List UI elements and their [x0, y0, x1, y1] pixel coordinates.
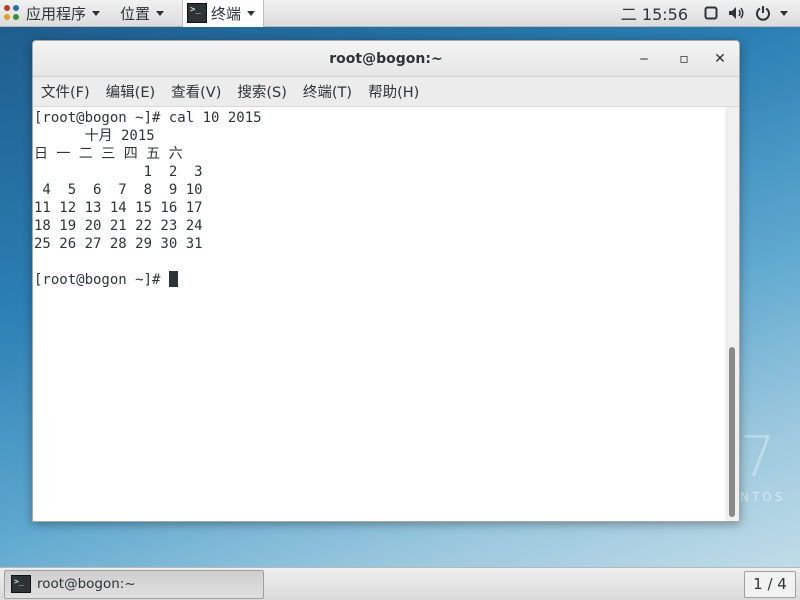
- chevron-down-icon[interactable]: [780, 10, 788, 16]
- chevron-down-icon: [92, 10, 101, 16]
- terminal-icon: >_: [11, 575, 31, 593]
- minimize-icon: ‒: [639, 51, 649, 67]
- terminal-app-menu[interactable]: >_ 终端: [182, 0, 265, 27]
- places-label: 位置: [120, 4, 151, 23]
- apps-menu-icon: [4, 5, 20, 21]
- menu-file[interactable]: 文件(F): [33, 81, 98, 102]
- applications-label: 应用程序: [26, 4, 87, 23]
- volume-icon[interactable]: [726, 0, 748, 27]
- terminal-line: 十月 2015: [34, 128, 155, 144]
- terminal-icon: >_: [187, 3, 208, 23]
- window-title: root@bogon:~: [329, 50, 443, 67]
- clock[interactable]: 二 15:56: [615, 1, 700, 25]
- terminal-line: 4 5 6 7 8 9 10: [34, 182, 203, 198]
- chevron-down-icon: [247, 10, 256, 16]
- maximize-button[interactable]: ▫: [675, 50, 693, 68]
- screen-icon[interactable]: [700, 0, 722, 27]
- terminal-window: root@bogon:~ ‒ ▫ ✕ 文件(F) 编辑(E) 查看(V) 搜索(…: [32, 40, 740, 522]
- close-icon: ✕: [714, 51, 726, 67]
- window-titlebar[interactable]: root@bogon:~ ‒ ▫ ✕: [33, 41, 739, 77]
- taskbar-item-label: root@bogon:~: [37, 576, 136, 592]
- terminal-line: [root@bogon ~]# cal 10 2015: [34, 110, 262, 126]
- chevron-down-icon: [156, 10, 165, 16]
- terminal-prompt: [root@bogon ~]#: [34, 272, 169, 288]
- terminal-app-label: 终端: [211, 4, 242, 23]
- scrollbar-thumb[interactable]: [729, 347, 735, 517]
- places-menu[interactable]: 位置: [114, 0, 170, 27]
- menu-help[interactable]: 帮助(H): [360, 81, 427, 102]
- menu-edit[interactable]: 编辑(E): [98, 81, 163, 102]
- terminal-output[interactable]: [root@bogon ~]# cal 10 2015 十月 2015 日 一 …: [33, 107, 727, 521]
- desktop-watermark-number: 7: [740, 425, 776, 490]
- menu-view[interactable]: 查看(V): [163, 81, 229, 102]
- applications-menu[interactable]: 应用程序: [0, 0, 106, 27]
- close-button[interactable]: ✕: [711, 50, 729, 68]
- bottom-panel: >_ root@bogon:~ 1 / 4: [0, 567, 800, 600]
- text-cursor: [168, 271, 178, 287]
- maximize-icon: ▫: [679, 51, 689, 67]
- terminal-line: 1 2 3: [34, 164, 203, 180]
- terminal-prompt-line: [root@bogon ~]#: [34, 271, 727, 289]
- desktop-watermark-text: NTOS: [740, 490, 786, 504]
- taskbar-terminal-item[interactable]: >_ root@bogon:~: [4, 569, 264, 599]
- terminal-line: 18 19 20 21 22 23 24: [34, 218, 203, 234]
- menu-search[interactable]: 搜索(S): [229, 81, 295, 102]
- terminal-line: 25 26 27 28 29 30 31: [34, 236, 203, 252]
- workspace-switcher[interactable]: 1 / 4: [744, 570, 796, 598]
- scrollbar[interactable]: [725, 107, 739, 521]
- menu-terminal[interactable]: 终端(T): [295, 81, 360, 102]
- menubar: 文件(F) 编辑(E) 查看(V) 搜索(S) 终端(T) 帮助(H): [33, 77, 739, 107]
- top-panel: 应用程序 位置 >_ 终端 二 15:56: [0, 0, 800, 27]
- terminal-line: 日 一 二 三 四 五 六: [34, 146, 183, 162]
- terminal-line: 11 12 13 14 15 16 17: [34, 200, 203, 216]
- power-icon[interactable]: [752, 0, 774, 27]
- minimize-button[interactable]: ‒: [635, 50, 653, 68]
